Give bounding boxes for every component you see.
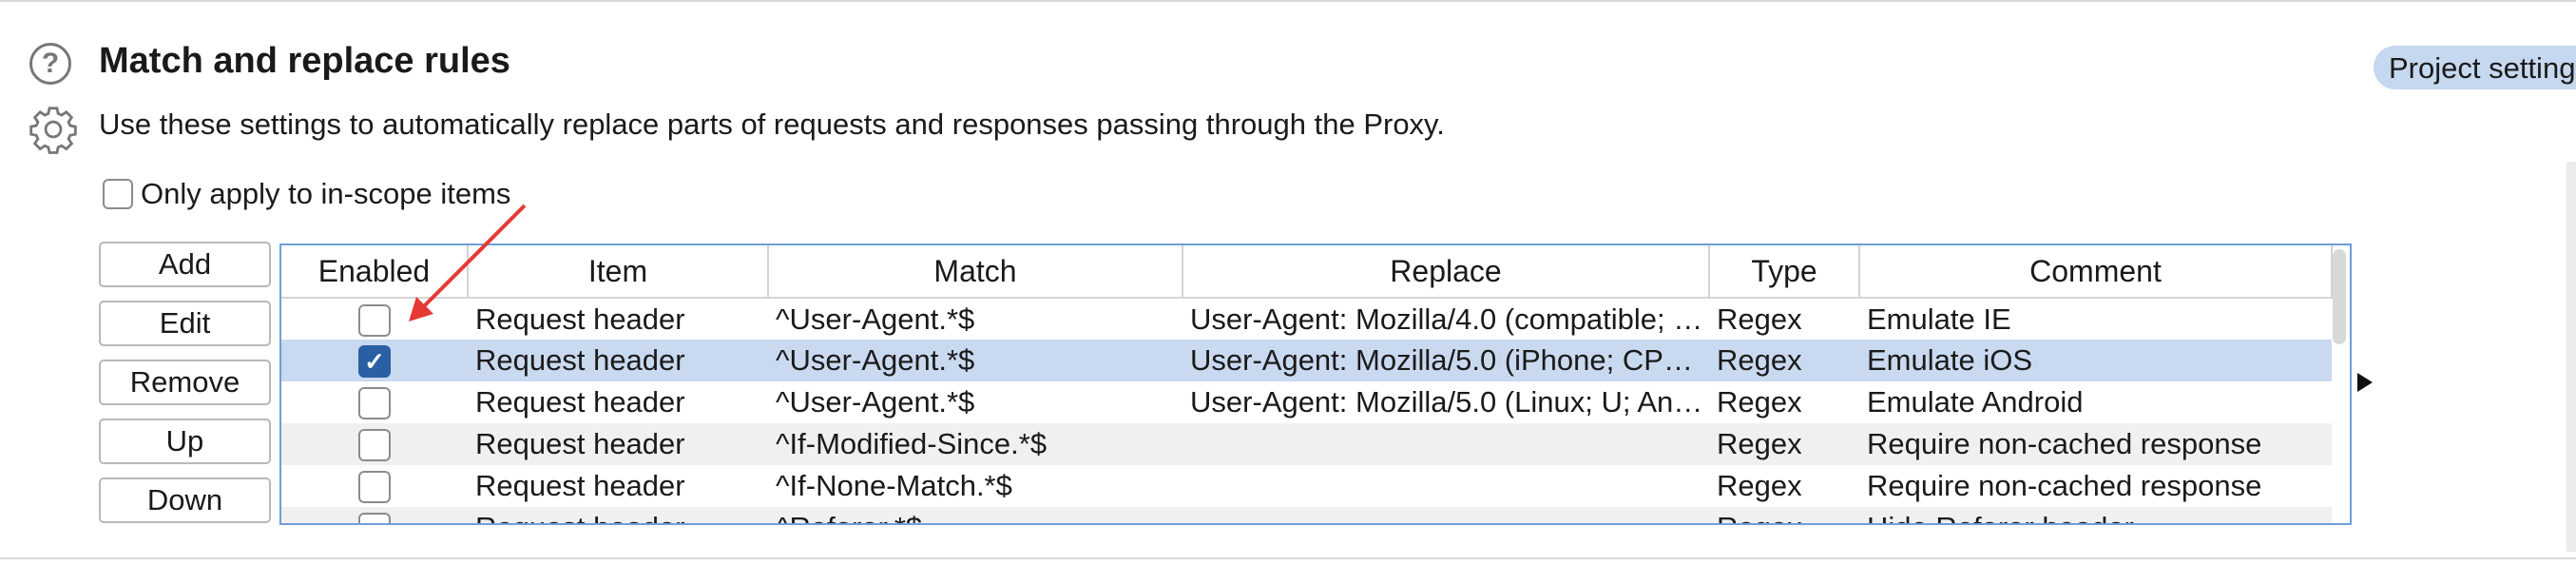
- match-cell: ^If-Modified-Since.*$: [768, 423, 1182, 465]
- comment-cell: Emulate Android: [1867, 385, 2084, 419]
- item-cell: Request header: [475, 385, 685, 419]
- down-button[interactable]: Down: [99, 477, 271, 523]
- comment-cell: Require non-cached response: [1867, 469, 2262, 502]
- comment-cell: Emulate iOS: [1859, 340, 2332, 381]
- column-header-type[interactable]: Type: [1709, 245, 1860, 299]
- item-cell: Request header: [468, 340, 768, 381]
- table-header-row: Enabled Item Match Replace Type Comment: [281, 245, 2333, 299]
- type-cell: Regex: [1717, 385, 1802, 419]
- replace-cell: [1182, 507, 1709, 523]
- row-checkbox[interactable]: [358, 513, 391, 523]
- comment-cell: Require non-cached response: [1859, 423, 2332, 465]
- replace-cell: User-Agent: Mozilla/5.0 (iPhone; CPU iPh…: [1182, 340, 1709, 381]
- column-header-match[interactable]: Match: [768, 245, 1183, 299]
- match-cell: ^If-None-Match.*$: [776, 469, 1012, 502]
- item-cell: Request header: [475, 469, 685, 502]
- table-row[interactable]: Request header ^User-Agent.*$ User-Agent…: [281, 298, 2332, 340]
- add-button[interactable]: Add: [99, 242, 271, 287]
- type-cell: Regex: [1717, 469, 1802, 502]
- table-row[interactable]: Request header ^User-Agent.*$ User-Agent…: [281, 381, 2332, 423]
- match-cell: ^User-Agent.*$: [768, 340, 1182, 381]
- match-cell: ^User-Agent.*$: [776, 302, 975, 336]
- replace-cell: [1182, 465, 1709, 507]
- project-settings-button[interactable]: Project settings: [2374, 46, 2576, 89]
- comment-cell: Emulate IE: [1867, 302, 2011, 336]
- enabled-cell[interactable]: [281, 423, 468, 465]
- table-scrollbar[interactable]: [2333, 249, 2346, 344]
- checkmark-icon[interactable]: ✓: [358, 345, 391, 379]
- column-header-replace[interactable]: Replace: [1182, 245, 1710, 299]
- gear-icon[interactable]: [27, 103, 80, 156]
- remove-button[interactable]: Remove: [99, 360, 271, 405]
- scope-checkbox[interactable]: [103, 179, 133, 209]
- match-cell: ^Referer.*$: [768, 507, 1182, 523]
- table-row[interactable]: Request header ^If-None-Match.*$ Regex R…: [281, 465, 2332, 507]
- rules-table: Enabled Item Match Replace Type Comment …: [279, 244, 2352, 525]
- top-divider: [0, 0, 2576, 2]
- expand-arrow-icon[interactable]: [2357, 373, 2373, 392]
- replace-cell: User-Agent: Mozilla/5.0 (Linux; U; Andro…: [1190, 385, 1709, 419]
- table-row-selected[interactable]: ✓ Request header ^User-Agent.*$ User-Age…: [281, 340, 2332, 381]
- item-cell: Request header: [468, 507, 768, 523]
- row-checkbox[interactable]: [358, 387, 391, 420]
- enabled-cell[interactable]: [281, 381, 468, 423]
- enabled-cell[interactable]: [281, 465, 468, 507]
- type-cell: Regex: [1717, 302, 1802, 336]
- row-checkbox[interactable]: [358, 471, 391, 504]
- replace-cell: User-Agent: Mozilla/4.0 (compatible; MSI…: [1190, 302, 1709, 336]
- item-cell: Request header: [468, 423, 768, 465]
- up-button[interactable]: Up: [99, 419, 271, 464]
- table-row[interactable]: Request header ^Referer.*$ Regex Hide Re…: [281, 507, 2332, 523]
- enabled-cell[interactable]: ✓: [281, 340, 468, 381]
- type-cell: Regex: [1709, 340, 1859, 381]
- type-cell: Regex: [1709, 507, 1859, 523]
- column-header-comment[interactable]: Comment: [1859, 245, 2333, 299]
- row-checkbox[interactable]: [358, 429, 391, 462]
- rule-actions: Add Edit Remove Up Down: [99, 242, 271, 536]
- replace-cell: [1182, 423, 1709, 465]
- edit-button[interactable]: Edit: [99, 301, 271, 346]
- page-title: Match and replace rules: [99, 41, 510, 81]
- type-cell: Regex: [1709, 423, 1859, 465]
- comment-cell: Hide Referer header: [1859, 507, 2332, 523]
- table-row[interactable]: Request header ^If-Modified-Since.*$ Reg…: [281, 423, 2332, 465]
- question-circle-icon[interactable]: ?: [29, 43, 71, 85]
- annotation-arrow-icon: [409, 204, 527, 321]
- page-scrollbar[interactable]: [2566, 162, 2576, 552]
- match-cell: ^User-Agent.*$: [776, 385, 975, 419]
- enabled-cell[interactable]: [281, 507, 468, 523]
- page-description: Use these settings to automatically repl…: [99, 107, 1445, 141]
- bottom-divider: [0, 557, 2576, 559]
- row-checkbox[interactable]: [358, 303, 391, 337]
